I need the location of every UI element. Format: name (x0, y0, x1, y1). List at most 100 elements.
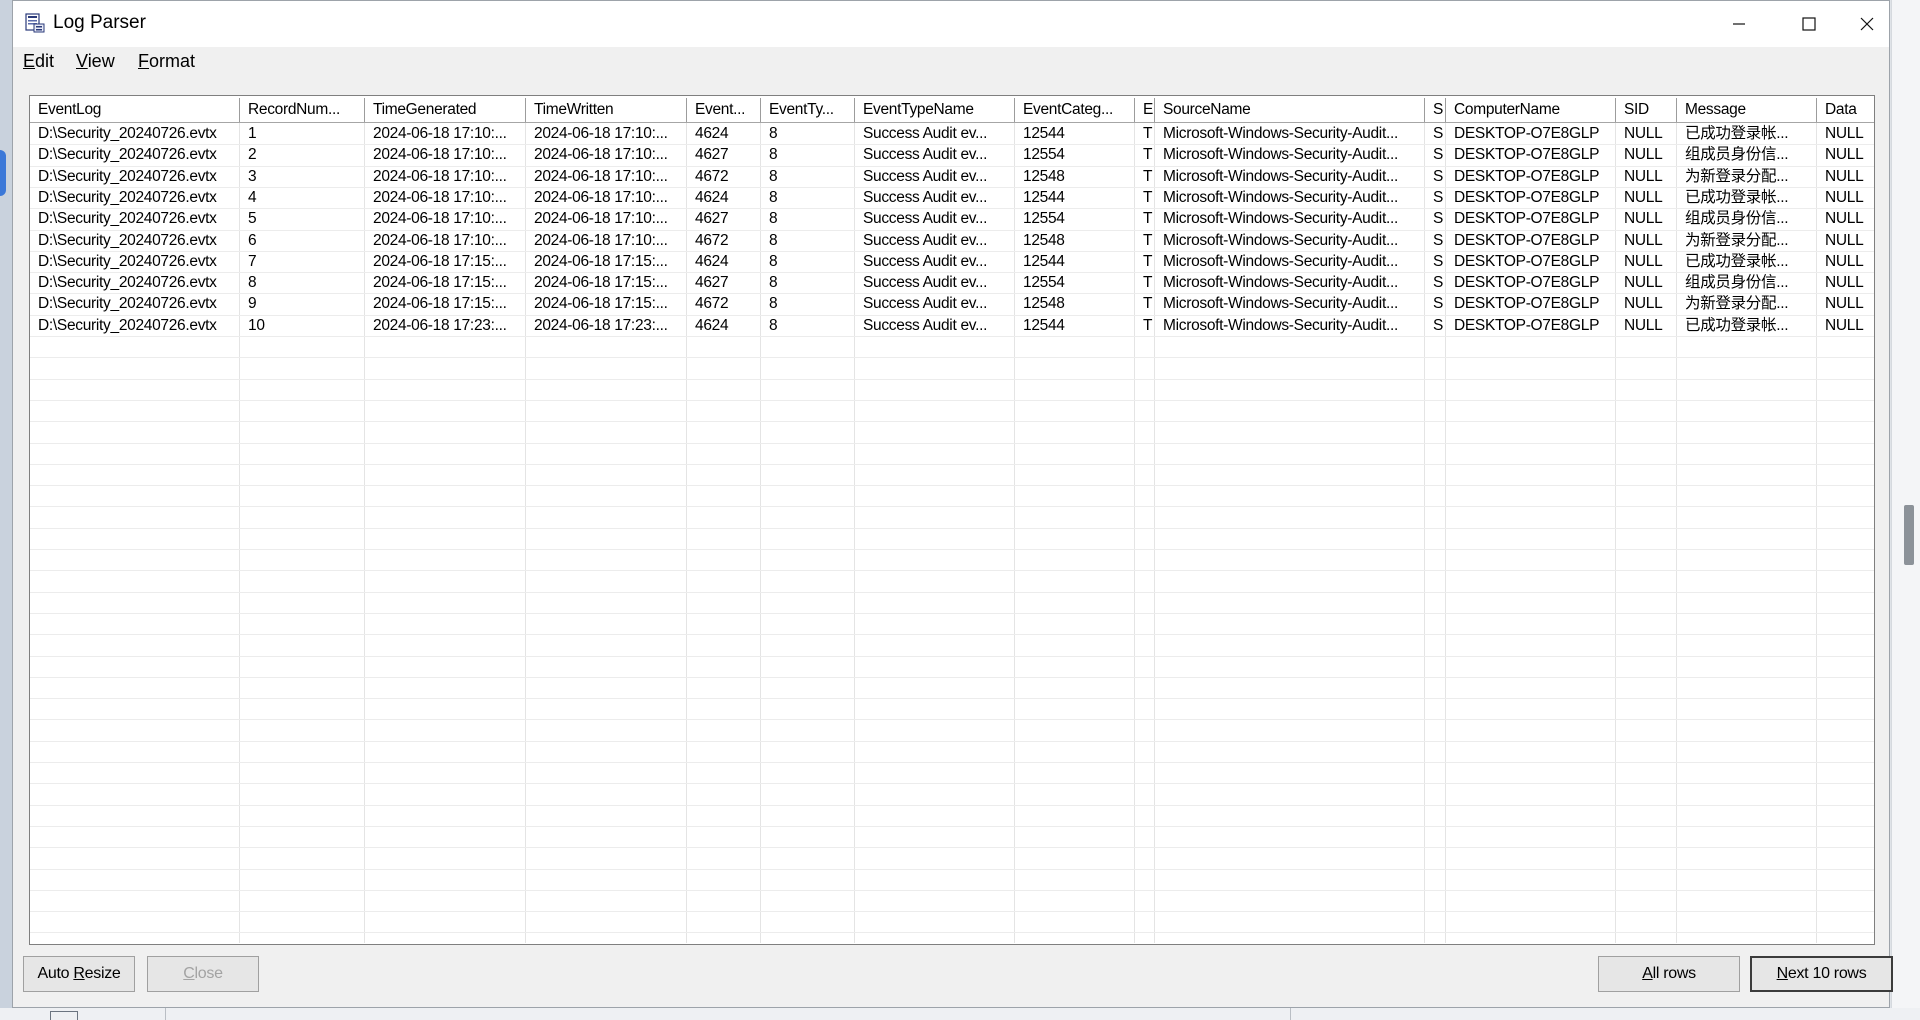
background-scroll-thumb (1904, 505, 1914, 565)
cell-recordnumber: 5 (248, 210, 257, 227)
auto-resize-button[interactable]: Auto Resize (23, 956, 135, 992)
table-row[interactable]: D:\Security_20240726.evtx 5 2024-06-18 17:… (30, 208, 1874, 229)
cell-eventid: 4627 (695, 210, 729, 227)
grid-row-line (30, 783, 1874, 784)
cell-eventtypename: Success Audit ev... (863, 295, 988, 312)
column-header-computername[interactable]: ComputerName (1446, 98, 1616, 122)
cell-timewritten: 2024-06-18 17:10:... (534, 146, 668, 163)
column-header-e[interactable]: E (1135, 98, 1155, 122)
cell-data: NULL (1825, 317, 1864, 334)
grid-row-line (30, 379, 1874, 380)
grid-row-line (30, 656, 1874, 657)
column-header-eventcategory[interactable]: EventCateg... (1015, 98, 1135, 122)
cell-eventcategory: 12554 (1023, 210, 1065, 227)
column-header-eventtype[interactable]: EventTy... (761, 98, 855, 122)
cell-recordnumber: 1 (248, 125, 257, 142)
cell-timegenerated: 2024-06-18 17:10:... (373, 232, 507, 249)
cell-sourcename: Microsoft-Windows-Security-Audit... (1163, 168, 1398, 185)
cell-sourcename: Microsoft-Windows-Security-Audit... (1163, 125, 1398, 142)
cell-timewritten: 2024-06-18 17:15:... (534, 295, 668, 312)
cell-sid: NULL (1624, 317, 1663, 334)
cell-e: T (1143, 317, 1153, 334)
cell-timegenerated: 2024-06-18 17:10:... (373, 168, 507, 185)
cell-computername: DESKTOP-O7E8GLP (1454, 232, 1600, 249)
cell-eventtypename: Success Audit ev... (863, 210, 988, 227)
column-header-eventtypename[interactable]: EventTypeName (855, 98, 1015, 122)
cell-timegenerated: 2024-06-18 17:15:... (373, 295, 507, 312)
table-row[interactable]: D:\Security_20240726.evtx 10 2024-06-18 17… (30, 315, 1874, 336)
cell-eventid: 4624 (695, 253, 729, 270)
grid-row-line (30, 528, 1874, 529)
table-row[interactable]: D:\Security_20240726.evtx 9 2024-06-18 17:… (30, 293, 1874, 314)
cell-data: NULL (1825, 168, 1864, 185)
minimize-button[interactable] (1704, 1, 1774, 47)
menu-format-label: ormat (149, 51, 196, 71)
cell-computername: DESKTOP-O7E8GLP (1454, 317, 1600, 334)
cell-recordnumber: 2 (248, 146, 257, 163)
table-row[interactable]: D:\Security_20240726.evtx 1 2024-06-18 17:… (30, 123, 1874, 144)
cell-computername: DESKTOP-O7E8GLP (1454, 125, 1600, 142)
column-header-sid[interactable]: SID (1616, 98, 1677, 122)
results-grid[interactable]: EventLog RecordNum... TimeGenerated TimeWri… (29, 95, 1875, 945)
grid-row-line (30, 762, 1874, 763)
table-row[interactable]: D:\Security_20240726.evtx 7 2024-06-18 17:… (30, 251, 1874, 272)
maximize-button[interactable] (1774, 1, 1844, 47)
cell-timewritten: 2024-06-18 17:15:... (534, 253, 668, 270)
cell-sid: NULL (1624, 146, 1663, 163)
column-header-recordnumber[interactable]: RecordNum... (240, 98, 365, 122)
table-row[interactable]: D:\Security_20240726.evtx 6 2024-06-18 17:… (30, 230, 1874, 251)
cell-timewritten: 2024-06-18 17:10:... (534, 189, 668, 206)
cell-eventtype: 8 (769, 125, 778, 142)
cell-eventtype: 8 (769, 253, 778, 270)
grid-row-line (30, 485, 1874, 486)
menu-view[interactable]: View (76, 51, 115, 72)
column-header-eventlog[interactable]: EventLog (30, 98, 240, 122)
all-rows-button[interactable]: All rows (1598, 956, 1740, 992)
window-title: Log Parser (53, 12, 146, 33)
cell-timegenerated: 2024-06-18 17:10:... (373, 146, 507, 163)
menu-format[interactable]: Format (138, 51, 195, 72)
menu-edit-label: dit (35, 51, 55, 71)
column-header-timewritten[interactable]: TimeWritten (526, 98, 687, 122)
cell-e: T (1143, 168, 1153, 185)
column-header-data[interactable]: Data (1817, 98, 1874, 122)
cell-timegenerated: 2024-06-18 17:15:... (373, 274, 507, 291)
cell-sourcename: Microsoft-Windows-Security-Audit... (1163, 210, 1398, 227)
column-header-eventid[interactable]: Event... (687, 98, 761, 122)
cell-eventtypename: Success Audit ev... (863, 168, 988, 185)
cell-eventid: 4627 (695, 146, 729, 163)
grid-row-line (30, 719, 1874, 720)
grid-row-line (30, 400, 1874, 401)
column-header-sourcename[interactable]: SourceName (1155, 98, 1425, 122)
table-row[interactable]: D:\Security_20240726.evtx 2 2024-06-18 17:… (30, 144, 1874, 165)
cell-computername: DESKTOP-O7E8GLP (1454, 189, 1600, 206)
close-window-button[interactable] (1844, 1, 1890, 47)
cell-timewritten: 2024-06-18 17:23:... (534, 317, 668, 334)
column-header-s[interactable]: S (1425, 98, 1446, 122)
grid-row-line (30, 677, 1874, 678)
cell-message: 为新登录分配... (1685, 232, 1789, 249)
menu-view-label: iew (87, 51, 115, 71)
cell-eventid: 4624 (695, 189, 729, 206)
table-row[interactable]: D:\Security_20240726.evtx 8 2024-06-18 17:… (30, 272, 1874, 293)
close-button[interactable]: Close (147, 956, 259, 992)
close-icon (1860, 17, 1874, 31)
grid-row-line (30, 443, 1874, 444)
grid-row-line (30, 805, 1874, 806)
column-header-timegenerated[interactable]: TimeGenerated (365, 98, 526, 122)
cell-data: NULL (1825, 125, 1864, 142)
next-10-rows-button[interactable]: Next 10 rows (1750, 956, 1893, 992)
menu-view-accel: V (76, 51, 88, 71)
cell-eventcategory: 12544 (1023, 317, 1065, 334)
cell-eventid: 4624 (695, 125, 729, 142)
table-row[interactable]: D:\Security_20240726.evtx 4 2024-06-18 17:… (30, 187, 1874, 208)
menu-edit[interactable]: Edit (23, 51, 54, 72)
cell-eventlog: D:\Security_20240726.evtx (38, 295, 217, 312)
cell-eventtypename: Success Audit ev... (863, 317, 988, 334)
table-row[interactable]: D:\Security_20240726.evtx 3 2024-06-18 17:… (30, 166, 1874, 187)
cell-recordnumber: 9 (248, 295, 257, 312)
cell-eventtype: 8 (769, 168, 778, 185)
cell-data: NULL (1825, 146, 1864, 163)
column-header-message[interactable]: Message (1677, 98, 1817, 122)
cell-data: NULL (1825, 274, 1864, 291)
